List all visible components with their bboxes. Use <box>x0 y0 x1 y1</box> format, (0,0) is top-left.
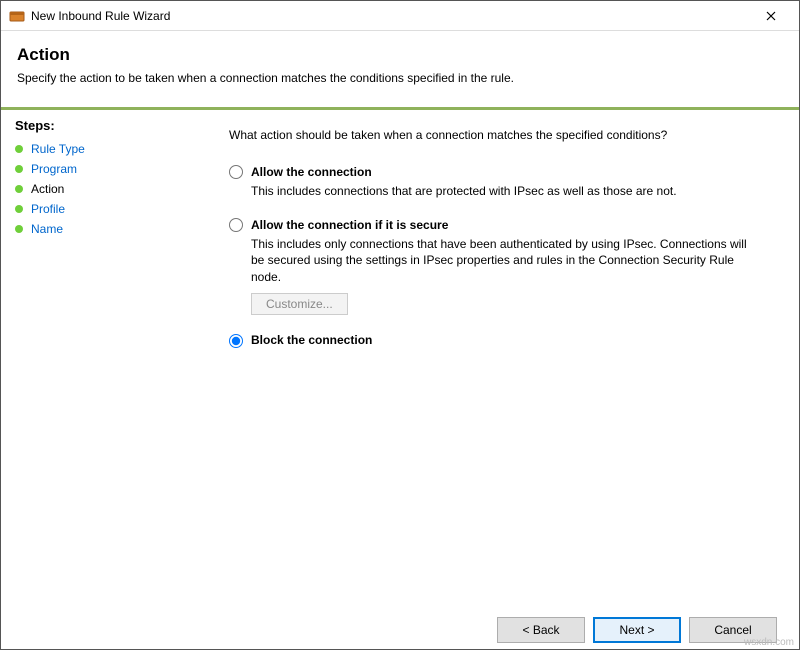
step-name[interactable]: Name <box>15 219 187 239</box>
titlebar: New Inbound Rule Wizard <box>1 1 799 31</box>
page-subtitle: Specify the action to be taken when a co… <box>17 71 783 85</box>
option-allow: Allow the connection This includes conne… <box>229 164 771 199</box>
step-program[interactable]: Program <box>15 159 187 179</box>
next-button[interactable]: Next > <box>593 617 681 643</box>
step-profile[interactable]: Profile <box>15 199 187 219</box>
back-button[interactable]: < Back <box>497 617 585 643</box>
radio-secure[interactable]: Allow the connection if it is secure <box>229 217 771 232</box>
customize-button: Customize... <box>251 293 348 315</box>
main-panel: What action should be taken when a conne… <box>201 110 799 635</box>
wizard-header: Action Specify the action to be taken wh… <box>1 31 799 97</box>
radio-secure-input[interactable] <box>229 218 243 232</box>
option-secure-desc: This includes only connections that have… <box>251 236 761 285</box>
radio-block-input[interactable] <box>229 334 243 348</box>
app-icon <box>9 8 25 24</box>
step-link[interactable]: Name <box>31 222 63 236</box>
bullet-icon <box>15 185 23 193</box>
step-link[interactable]: Program <box>31 162 77 176</box>
steps-sidebar: Steps: Rule Type Program Action Profile … <box>1 110 201 635</box>
radio-block[interactable]: Block the connection <box>229 333 771 348</box>
bullet-icon <box>15 205 23 213</box>
close-icon[interactable] <box>751 2 791 30</box>
bullet-icon <box>15 225 23 233</box>
option-secure-label: Allow the connection if it is secure <box>251 218 448 232</box>
wizard-footer: < Back Next > Cancel <box>497 617 777 643</box>
page-title: Action <box>17 45 783 65</box>
option-block-label: Block the connection <box>251 333 372 347</box>
step-action: Action <box>15 179 187 199</box>
step-link[interactable]: Profile <box>31 202 65 216</box>
radio-allow-input[interactable] <box>229 165 243 179</box>
option-allow-desc: This includes connections that are prote… <box>251 183 761 199</box>
steps-heading: Steps: <box>15 118 187 133</box>
radio-allow[interactable]: Allow the connection <box>229 164 771 179</box>
option-block: Block the connection <box>229 333 771 348</box>
step-current: Action <box>31 182 64 196</box>
window-title: New Inbound Rule Wizard <box>31 9 751 23</box>
watermark: wsxdn.com <box>744 637 794 648</box>
step-link[interactable]: Rule Type <box>31 142 85 156</box>
bullet-icon <box>15 145 23 153</box>
option-secure: Allow the connection if it is secure Thi… <box>229 217 771 315</box>
step-rule-type[interactable]: Rule Type <box>15 139 187 159</box>
prompt-text: What action should be taken when a conne… <box>229 128 771 142</box>
bullet-icon <box>15 165 23 173</box>
option-allow-label: Allow the connection <box>251 165 372 179</box>
